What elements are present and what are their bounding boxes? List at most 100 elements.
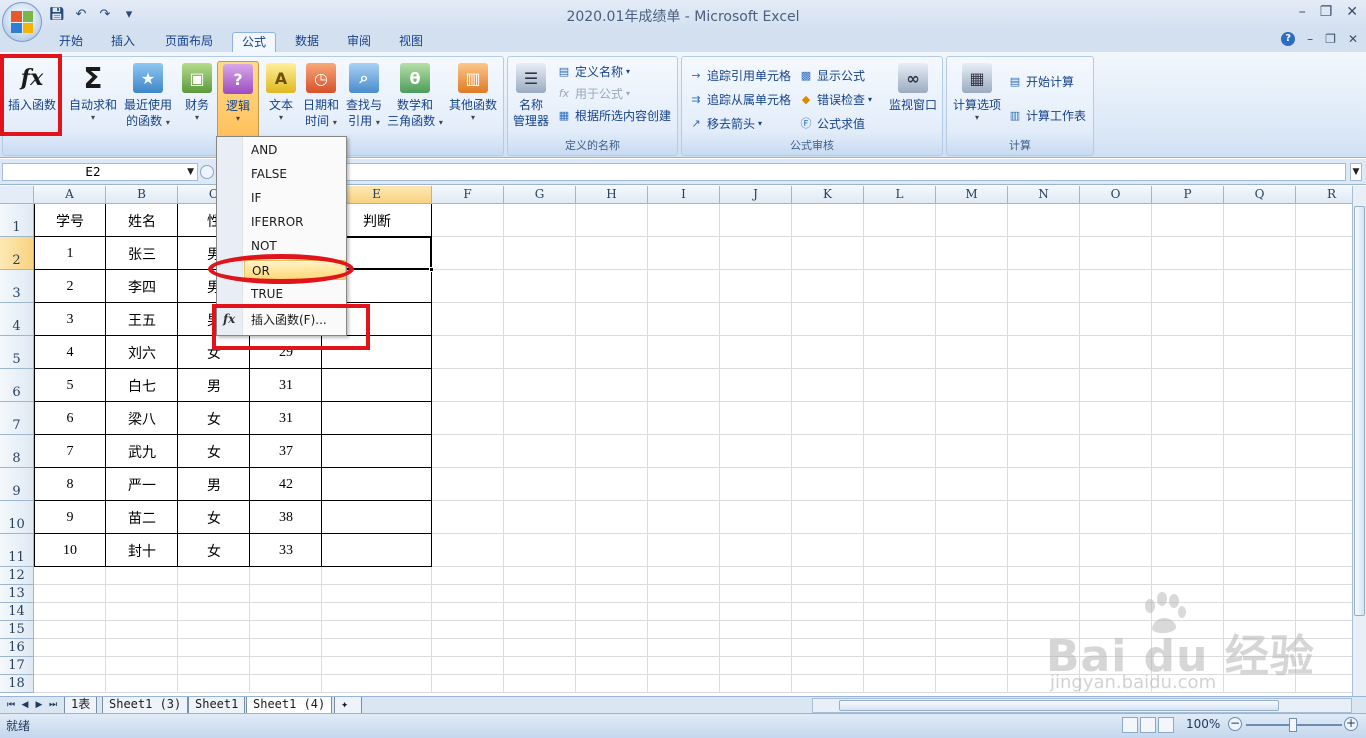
sheet-tab-sheet1-3[interactable]: Sheet1 (3) [102, 697, 189, 713]
menu-item-not[interactable]: NOT [251, 236, 277, 256]
tab-page-layout[interactable]: 页面布局 [156, 32, 222, 52]
row-header-4[interactable]: 4 [0, 303, 34, 336]
row-header-7[interactable]: 7 [0, 402, 34, 435]
formula-input[interactable] [340, 163, 1346, 181]
expand-formula-bar-icon[interactable]: ▼ [1350, 163, 1362, 181]
sheet-tab-sheet1[interactable]: Sheet1 [188, 697, 246, 713]
trace-precedents-button[interactable]: → 追踪引用单元格 [688, 65, 791, 85]
cell-c7[interactable]: 女 [178, 402, 250, 435]
cell-b5[interactable]: 刘六 [106, 336, 178, 369]
row-header-5[interactable]: 5 [0, 336, 34, 369]
tab-view[interactable]: 视图 [390, 32, 432, 52]
column-header-j[interactable]: J [720, 186, 792, 204]
column-header-g[interactable]: G [504, 186, 576, 204]
math-trig-button[interactable]: θ 数学和 三角函数 ▾ [387, 61, 443, 137]
cell-b3[interactable]: 李四 [106, 270, 178, 303]
restore-icon[interactable]: ❐ [1320, 4, 1333, 20]
first-sheet-icon[interactable]: ⏮ [4, 698, 18, 712]
cell-a11[interactable]: 10 [34, 534, 106, 567]
cell-d8[interactable]: 37 [250, 435, 322, 468]
minimize-icon[interactable]: – [1299, 4, 1306, 20]
cell-a9[interactable]: 8 [34, 468, 106, 501]
text-button[interactable]: A 文本 ▾ [263, 61, 299, 137]
show-formulas-button[interactable]: ▩ 显示公式 [798, 65, 865, 85]
column-header-h[interactable]: H [576, 186, 648, 204]
financial-button[interactable]: ▣ 财务 ▾ [179, 61, 215, 137]
column-header-p[interactable]: P [1152, 186, 1224, 204]
menu-item-and[interactable]: AND [251, 140, 277, 160]
cell-d5[interactable]: 29 [250, 336, 322, 369]
cell-b7[interactable]: 梁八 [106, 402, 178, 435]
cell-a7[interactable]: 6 [34, 402, 106, 435]
cell-b4[interactable]: 王五 [106, 303, 178, 336]
cell-d7[interactable]: 31 [250, 402, 322, 435]
define-name-button[interactable]: ▤ 定义名称 ▾ [556, 61, 630, 81]
watch-window-button[interactable]: ∞ 监视窗口 [886, 61, 940, 137]
recently-used-button[interactable]: ★ 最近使用 的函数 ▾ [121, 61, 175, 137]
cell-c11[interactable]: 女 [178, 534, 250, 567]
row-header-1[interactable]: 1 [0, 204, 34, 237]
name-manager-button[interactable]: ☰ 名称 管理器 [510, 61, 552, 137]
zoom-slider-thumb[interactable] [1289, 718, 1297, 732]
row-header-13[interactable]: 13 [0, 585, 34, 603]
calculate-sheet-button[interactable]: ▥ 计算工作表 [1007, 105, 1086, 125]
menu-item-true[interactable]: TRUE [251, 284, 283, 304]
column-header-q[interactable]: Q [1224, 186, 1296, 204]
doc-minimize-icon[interactable]: – [1307, 32, 1313, 46]
cell-c6[interactable]: 男 [178, 369, 250, 402]
tab-data[interactable]: 数据 [286, 32, 328, 52]
tab-insert[interactable]: 插入 [102, 32, 144, 52]
cell-b10[interactable]: 苗二 [106, 501, 178, 534]
row-header-12[interactable]: 12 [0, 567, 34, 585]
column-header-i[interactable]: I [648, 186, 720, 204]
column-header-f[interactable]: F [432, 186, 504, 204]
create-from-selection-button[interactable]: ▦ 根据所选内容创建 [556, 105, 671, 125]
column-header-k[interactable]: K [792, 186, 864, 204]
autosum-button[interactable]: Σ 自动求和 ▾ [67, 61, 119, 137]
page-break-view-icon[interactable] [1158, 717, 1174, 733]
cell-d9[interactable]: 42 [250, 468, 322, 501]
sheet-tab-sheet1-4[interactable]: Sheet1 (4) [246, 697, 333, 713]
normal-view-icon[interactable] [1122, 717, 1138, 733]
help-icon[interactable]: ? [1281, 32, 1296, 46]
cell-b1[interactable]: 姓名 [106, 204, 178, 237]
row-header-15[interactable]: 15 [0, 621, 34, 639]
row-header-2[interactable]: 2 [0, 237, 34, 270]
select-all-corner[interactable] [0, 186, 34, 204]
cell-a2[interactable]: 1 [34, 237, 106, 270]
row-header-8[interactable]: 8 [0, 435, 34, 468]
sheet-tab-1[interactable]: 1表 [64, 697, 98, 713]
calculation-options-button[interactable]: ▦ 计算选项 ▾ [949, 61, 1005, 137]
more-functions-button[interactable]: ▥ 其他函数 ▾ [447, 61, 499, 137]
column-header-b[interactable]: B [106, 186, 178, 204]
row-header-16[interactable]: 16 [0, 639, 34, 657]
menu-item-insert-function[interactable]: 插入函数(F)... [251, 310, 327, 330]
cell-a1[interactable]: 学号 [34, 204, 106, 237]
row-header-18[interactable]: 18 [0, 675, 34, 693]
name-box[interactable]: E2 ▼ [2, 163, 198, 181]
column-header-a[interactable]: A [34, 186, 106, 204]
column-header-o[interactable]: O [1080, 186, 1152, 204]
row-header-3[interactable]: 3 [0, 270, 34, 303]
cell-a8[interactable]: 7 [34, 435, 106, 468]
cell-b8[interactable]: 武九 [106, 435, 178, 468]
calculate-now-button[interactable]: ▤ 开始计算 [1007, 71, 1074, 91]
zoom-level[interactable]: 100% [1186, 717, 1220, 731]
horizontal-scroll-thumb[interactable] [839, 700, 1279, 711]
evaluate-formula-button[interactable]: Ⓕ 公式求值 [798, 113, 866, 133]
tab-home[interactable]: 开始 [50, 32, 92, 52]
cell-d11[interactable]: 33 [250, 534, 322, 567]
close-icon[interactable]: ✕ [1346, 4, 1358, 20]
column-header-r[interactable]: R [1296, 186, 1352, 204]
row-header-17[interactable]: 17 [0, 657, 34, 675]
page-layout-view-icon[interactable] [1140, 717, 1156, 733]
menu-item-false[interactable]: FALSE [251, 164, 287, 184]
horizontal-scrollbar[interactable] [812, 698, 1352, 713]
row-header-14[interactable]: 14 [0, 603, 34, 621]
last-sheet-icon[interactable]: ⏭ [46, 698, 60, 712]
cell-b2[interactable]: 张三 [106, 237, 178, 270]
cell-b9[interactable]: 严一 [106, 468, 178, 501]
cell-c8[interactable]: 女 [178, 435, 250, 468]
column-header-m[interactable]: M [936, 186, 1008, 204]
date-time-button[interactable]: ◷ 日期和 时间 ▾ [301, 61, 341, 137]
